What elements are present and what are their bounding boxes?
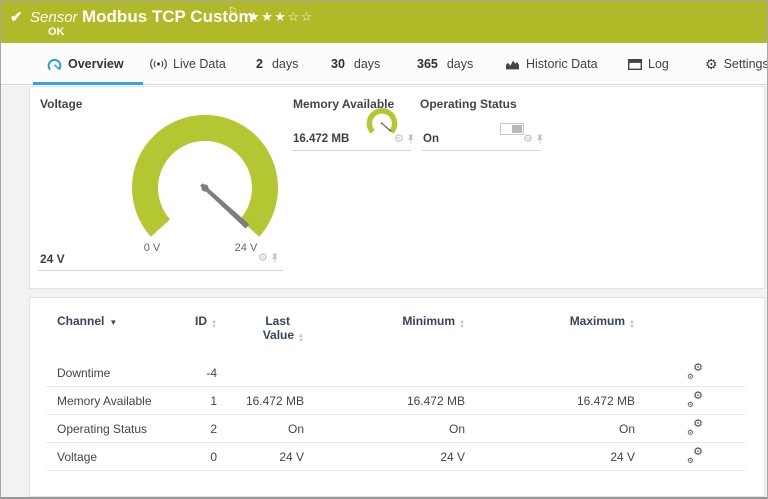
- log-icon: [628, 58, 642, 70]
- status-ok-check-icon: ✔: [10, 9, 23, 26]
- channel-settings-icon[interactable]: ⚙ ⚙: [687, 363, 703, 381]
- memory-current-value: 16.472 MB: [293, 133, 350, 145]
- tab-settings[interactable]: ⚙ Settings: [705, 43, 768, 85]
- channel-maximum: On: [618, 421, 635, 436]
- channel-id: -4: [206, 365, 217, 380]
- channel-table-panel: Channel ▼ ID ▲ ▼ Last Value ▲ ▼ Minimum ▲ ▼ Max…: [29, 297, 765, 497]
- priority-stars[interactable]: ★★★☆☆: [248, 9, 314, 25]
- voltage-scale-min: 0 V: [143, 242, 161, 254]
- overview-gauges-panel: Voltage 0 V 24 V 24 V ⚙ Memory Available: [29, 86, 765, 289]
- sensor-window: ✔ Sensor Modbus TCP Custom ⚐ ★★★☆☆ OK Ov…: [0, 0, 768, 499]
- tab-overview[interactable]: Overview: [47, 43, 124, 85]
- tab-live-data[interactable]: Live Data: [150, 43, 226, 85]
- tab-2-days-label: days: [271, 57, 299, 71]
- tab-365-days-number: 365: [417, 57, 438, 71]
- channel-minimum: 16.472 MB: [406, 393, 465, 408]
- channel-settings-icon[interactable]: ⚙ ⚙: [687, 447, 703, 465]
- tab-30-days-number: 30: [331, 57, 345, 71]
- channel-settings-icon[interactable]: ⚙ ⚙: [687, 419, 703, 437]
- tab-365-days[interactable]: 365 days: [417, 43, 473, 85]
- tab-bar: Overview Live Data 2 days 30 days 365 da…: [1, 43, 767, 85]
- channel-name: Operating Status: [57, 421, 148, 436]
- column-header-maximum[interactable]: Maximum ▲ ▼: [465, 314, 635, 329]
- channel-maximum: 24 V: [610, 449, 635, 464]
- tab-2-days[interactable]: 2 days: [256, 43, 298, 85]
- channel-last-value: On: [287, 421, 304, 436]
- channel-last-value: 16.472 MB: [245, 393, 304, 408]
- memory-pin-icon[interactable]: [407, 134, 415, 145]
- operating-gear-icon[interactable]: ⚙: [523, 134, 533, 145]
- column-header-last-value[interactable]: Last Value ▲ ▼: [217, 314, 304, 343]
- sensor-status-text: OK: [48, 26, 65, 38]
- channel-name: Downtime: [57, 365, 111, 380]
- channel-maximum: 16.472 MB: [576, 393, 635, 408]
- voltage-scale-max: 24 V: [234, 242, 258, 254]
- channel-minimum: On: [448, 421, 465, 436]
- operating-status-value: On: [423, 133, 439, 145]
- tab-live-data-label: Live Data: [173, 57, 226, 71]
- operating-divider: [422, 150, 541, 151]
- voltage-current-value: 24 V: [40, 252, 65, 266]
- tab-overview-label: Overview: [68, 57, 124, 71]
- channel-name: Voltage: [57, 449, 98, 464]
- channel-table-body: Downtime -4 ⚙ ⚙ Memory Available 1 16.472…: [30, 359, 764, 471]
- sort-desc-icon: ▼: [109, 318, 118, 327]
- memory-divider: [292, 150, 411, 151]
- voltage-gear-icon[interactable]: ⚙: [258, 253, 268, 264]
- tab-log-label: Log: [648, 57, 669, 71]
- operating-pin-icon[interactable]: [536, 134, 544, 145]
- historic-chart-icon: [505, 59, 520, 70]
- operating-channel-controls: ⚙: [523, 134, 544, 145]
- channel-name: Memory Available: [57, 393, 152, 408]
- tab-30-days[interactable]: 30 days: [331, 43, 380, 85]
- table-row-downtime[interactable]: Downtime -4 ⚙ ⚙: [46, 359, 747, 387]
- tab-settings-label: Settings: [723, 57, 768, 71]
- operating-status-toggle: [500, 123, 524, 135]
- tab-30-days-label: days: [353, 57, 381, 71]
- sort-arrows-icon: ▲ ▼: [629, 319, 635, 330]
- column-header-minimum[interactable]: Minimum ▲ ▼: [304, 314, 465, 329]
- sort-arrows-icon: ▲ ▼: [298, 333, 304, 344]
- sensor-status-bar: ✔ Sensor Modbus TCP Custom ⚐ ★★★☆☆ OK: [1, 1, 767, 43]
- channel-id: 1: [210, 393, 217, 408]
- channel-id: 0: [210, 449, 217, 464]
- table-row-voltage[interactable]: Voltage 0 24 V 24 V 24 V ⚙ ⚙: [46, 443, 747, 471]
- sensor-kind-label: Sensor: [30, 9, 78, 26]
- voltage-gauge-title: Voltage: [40, 97, 83, 111]
- tab-log[interactable]: Log: [628, 43, 669, 85]
- tab-historic-data-label: Historic Data: [526, 57, 598, 71]
- active-tab-underline: [33, 82, 143, 85]
- memory-gear-icon[interactable]: ⚙: [394, 134, 404, 145]
- live-data-icon: [150, 58, 167, 70]
- tab-365-days-label: days: [446, 57, 474, 71]
- gauge-icon: [47, 58, 62, 71]
- channel-minimum: 24 V: [440, 449, 465, 464]
- voltage-gauge: [105, 96, 305, 266]
- table-row-operating-status[interactable]: Operating Status 2 On On On ⚙ ⚙: [46, 415, 747, 443]
- column-header-id[interactable]: ID ▲ ▼: [175, 314, 217, 329]
- voltage-divider: [38, 270, 283, 271]
- toggle-knob: [512, 125, 522, 133]
- channel-table-header: Channel ▼ ID ▲ ▼ Last Value ▲ ▼ Minimum ▲ ▼ Max…: [30, 298, 764, 358]
- settings-gear-icon: ⚙: [705, 55, 718, 72]
- channel-settings-icon[interactable]: ⚙ ⚙: [687, 391, 703, 409]
- operating-status-title: Operating Status: [420, 97, 517, 111]
- flag-icon[interactable]: ⚐: [228, 5, 238, 18]
- table-row-memory-available[interactable]: Memory Available 1 16.472 MB 16.472 MB 1…: [46, 387, 747, 415]
- tab-2-days-number: 2: [256, 57, 263, 71]
- channel-id: 2: [210, 421, 217, 436]
- voltage-pin-icon[interactable]: [271, 253, 279, 264]
- tab-historic-data[interactable]: Historic Data: [505, 43, 598, 85]
- memory-channel-controls: ⚙: [394, 134, 415, 145]
- voltage-channel-controls: ⚙: [258, 253, 279, 264]
- channel-last-value: 24 V: [279, 449, 304, 464]
- column-header-channel[interactable]: Channel ▼: [57, 314, 175, 328]
